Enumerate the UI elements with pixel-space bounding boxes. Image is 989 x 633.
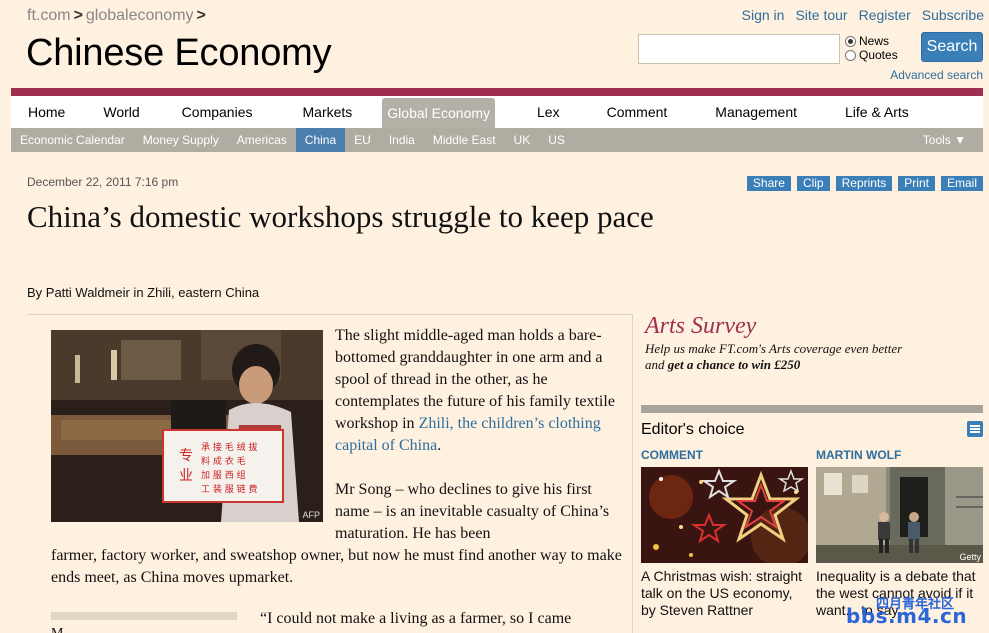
article-paragraph-1: The slight middle-aged man holds a bare-… bbox=[335, 325, 620, 457]
svg-text:加 服 西 组: 加 服 西 组 bbox=[201, 469, 246, 481]
sub-nav: Economic Calendar Money Supply Americas … bbox=[11, 128, 983, 152]
print-button[interactable]: Print bbox=[898, 176, 935, 191]
nav-accent-bar bbox=[11, 88, 983, 96]
pullquote-bar bbox=[51, 612, 237, 620]
quotes-label: Quotes bbox=[859, 48, 898, 62]
arts-line2-prize: get a chance to win £250 bbox=[667, 357, 801, 372]
subnav-middle-east[interactable]: Middle East bbox=[424, 128, 505, 152]
subnav-china[interactable]: China bbox=[295, 128, 346, 152]
nav-management[interactable]: Management bbox=[701, 98, 831, 126]
news-option[interactable]: News bbox=[845, 34, 898, 48]
subnav-americas[interactable]: Americas bbox=[228, 128, 296, 152]
subnav-uk[interactable]: UK bbox=[505, 128, 540, 152]
nav-markets[interactable]: Markets bbox=[289, 98, 383, 126]
article-actions: Share Clip Reprints Print Email bbox=[746, 176, 983, 191]
email-button[interactable]: Email bbox=[940, 176, 983, 191]
christmas-stars-image[interactable] bbox=[641, 467, 808, 563]
nav-lex[interactable]: Lex bbox=[495, 98, 593, 126]
editors-choice-bar bbox=[641, 405, 983, 413]
arts-survey-title[interactable]: Arts Survey bbox=[645, 313, 756, 340]
quotes-option[interactable]: Quotes bbox=[845, 48, 898, 62]
subnav-india[interactable]: India bbox=[380, 128, 424, 152]
search-scope: News Quotes bbox=[845, 34, 898, 62]
watermark-domain: bbs.m4.cn bbox=[846, 604, 968, 628]
children-street-art bbox=[816, 467, 983, 563]
breadcrumb-site-link[interactable]: ft.com bbox=[27, 7, 71, 24]
reprints-button[interactable]: Reprints bbox=[835, 176, 893, 191]
breadcrumb-section-link[interactable]: globaleconomy bbox=[86, 7, 194, 24]
article-photo: 专 业 承 接 毛 绒 拔 料 成 衣 毛 加 服 西 组 工 装 服 链 费 … bbox=[51, 330, 323, 522]
christmas-stars-art bbox=[641, 467, 808, 563]
svg-text:料 成 衣 毛: 料 成 衣 毛 bbox=[201, 455, 246, 467]
list-icon[interactable] bbox=[967, 421, 983, 437]
workshop-photo-art: 专 业 承 接 毛 绒 拔 料 成 衣 毛 加 服 西 组 工 装 服 链 费 bbox=[51, 330, 323, 522]
quotes-radio[interactable] bbox=[845, 49, 856, 61]
nav-comment[interactable]: Comment bbox=[593, 98, 702, 126]
site-tour-link[interactable]: Site tour bbox=[795, 7, 847, 23]
subnav-economic-calendar[interactable]: Economic Calendar bbox=[11, 128, 134, 152]
breadcrumb: ft.com > globaleconomy > bbox=[27, 7, 209, 25]
breadcrumb-separator: > bbox=[196, 7, 206, 24]
svg-text:专: 专 bbox=[179, 448, 193, 464]
article-paragraph-2-cont: farmer, factory worker, and sweatshop ow… bbox=[51, 547, 622, 586]
news-radio[interactable] bbox=[845, 35, 856, 47]
page-title: Chinese Economy bbox=[26, 32, 332, 74]
subnav-money-supply[interactable]: Money Supply bbox=[134, 128, 228, 152]
editors-choice-caption-1[interactable]: A Christmas wish: straight talk on the U… bbox=[641, 568, 811, 619]
search-input[interactable] bbox=[638, 34, 840, 64]
article-date: December 22, 2011 7:16 pm bbox=[27, 175, 179, 189]
image-credit: Getty bbox=[959, 552, 981, 562]
children-street-image[interactable]: Getty bbox=[816, 467, 983, 563]
arts-line2-lead: and bbox=[645, 357, 668, 372]
subscribe-link[interactable]: Subscribe bbox=[922, 7, 984, 23]
sign-in-link[interactable]: Sign in bbox=[742, 7, 785, 23]
svg-text:业: 业 bbox=[179, 468, 193, 484]
nav-global-economy[interactable]: Global Economy bbox=[382, 98, 496, 128]
svg-text:承 接 毛 绒 拔: 承 接 毛 绒 拔 bbox=[201, 441, 257, 453]
clip-button[interactable]: Clip bbox=[796, 176, 830, 191]
advanced-search-link[interactable]: Advanced search bbox=[890, 68, 983, 82]
nav-home[interactable]: Home bbox=[11, 98, 89, 126]
article-paragraph-3: “I could not make a living as a farmer, … bbox=[260, 610, 572, 627]
share-button[interactable]: Share bbox=[746, 176, 791, 191]
main-nav: Home World Companies Markets Global Econ… bbox=[11, 96, 983, 128]
tools-menu[interactable]: Tools ▼ bbox=[914, 128, 975, 152]
search-button[interactable]: Search bbox=[921, 32, 983, 62]
photo-credit: AFP bbox=[302, 510, 320, 520]
article-paragraph-4-start: M bbox=[51, 626, 63, 633]
article-paragraph-2: Mr Song – who declines to give his first… bbox=[335, 481, 610, 542]
account-links: Sign in Site tour Register Subscribe bbox=[742, 7, 984, 23]
nav-companies[interactable]: Companies bbox=[168, 98, 289, 126]
arts-survey-line-2: and get a chance to win £250 bbox=[645, 357, 902, 373]
register-link[interactable]: Register bbox=[859, 7, 911, 23]
subnav-eu[interactable]: EU bbox=[345, 128, 380, 152]
nav-world[interactable]: World bbox=[89, 98, 167, 126]
article-byline: By Patti Waldmeir in Zhili, eastern Chin… bbox=[27, 285, 260, 300]
paragraph-1-end: . bbox=[437, 437, 442, 454]
breadcrumb-separator: > bbox=[73, 7, 83, 24]
arts-survey-line-1: Help us make FT.com's Arts coverage even… bbox=[645, 341, 903, 356]
subnav-us[interactable]: US bbox=[539, 128, 574, 152]
svg-text:工 装 服 链 费: 工 装 服 链 费 bbox=[201, 483, 257, 495]
news-label: News bbox=[859, 34, 890, 48]
editors-choice-label-1[interactable]: COMMENT bbox=[641, 448, 703, 462]
article-headline: China’s domestic workshops struggle to k… bbox=[27, 199, 654, 234]
arts-survey-text[interactable]: Help us make FT.com's Arts coverage even… bbox=[645, 341, 902, 373]
editors-choice-title: Editor's choice bbox=[641, 421, 745, 438]
editors-choice-label-2[interactable]: MARTIN WOLF bbox=[816, 448, 901, 462]
nav-life-arts[interactable]: Life & Arts bbox=[831, 98, 923, 126]
